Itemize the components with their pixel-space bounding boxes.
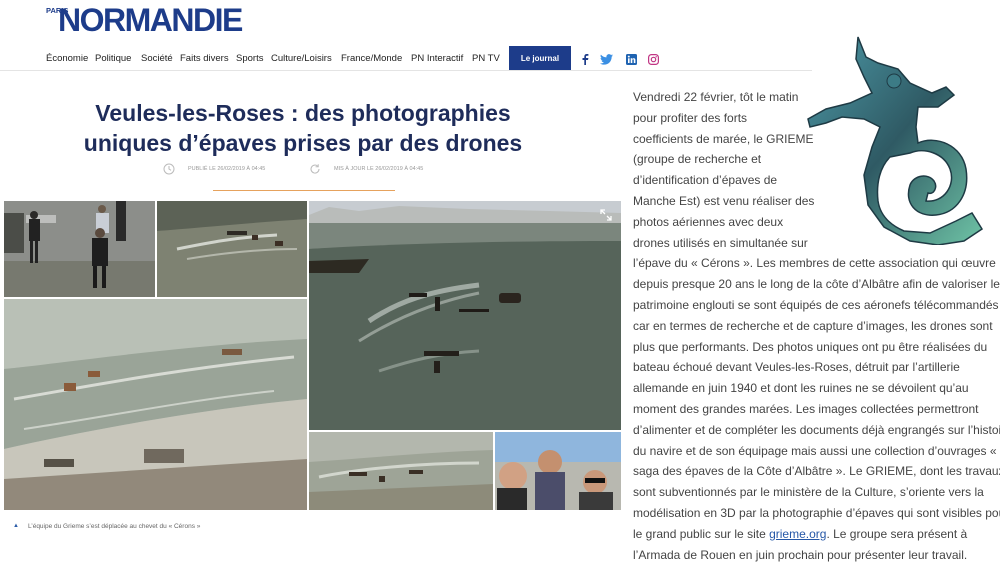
body-line: du navire et de son équipage mais aussi … [633,443,1000,458]
body-line: patrimoine englouti se sont équipés de c… [633,297,999,312]
body-line: modélisation en 3D par la photographie d… [633,505,1000,520]
article-body-wide: l’épave du « Cérons ». Les membres de ce… [633,253,1000,565]
body-line: l’épave du « Cérons ». Les membres de ce… [633,256,996,271]
clock-icon [163,163,175,175]
main-nav: Économie Politique Société Faits divers … [0,48,812,71]
nav-item-economie[interactable]: Économie [46,53,88,64]
body-line-with-link: le grand public sur le site grieme.org. … [633,524,1000,545]
body-line: bateau échoué devant Veules-les-Roses, d… [633,360,960,375]
instagram-icon[interactable] [646,52,660,66]
facebook-icon[interactable] [578,52,592,66]
photo-wreck-shore[interactable] [157,201,307,297]
photo-wreck-aerial-main[interactable] [309,201,621,430]
nav-item-politique[interactable]: Politique [95,53,131,64]
body-line: saga des épaves de la Côte d’Albâtre ». … [633,464,1000,479]
expand-icon[interactable] [600,209,612,221]
nav-item-societe[interactable]: Société [141,53,173,64]
body-line: photos aériennes avec deux [633,214,784,229]
body-line: (groupe de recherche et [633,152,762,167]
body-link-after: . Le groupe sera présent à [826,526,968,541]
published-date: PUBLIÉ LE 26/02/2019 À 04:45 [188,166,266,172]
le-journal-button[interactable]: Le journal [509,46,571,70]
twitter-icon[interactable] [599,52,613,66]
article-title: Veules-les-Roses : des photographies uni… [40,98,566,158]
nav-item-pn-tv[interactable]: PN TV [472,53,500,64]
nav-item-faits-divers[interactable]: Faits divers [180,53,229,64]
body-line: l’Armada de Rouen en juin prochain pour … [633,547,968,562]
nav-item-pn-interactif[interactable]: PN Interactif [411,53,463,64]
body-line: car en termes de recherche et de capture… [633,318,993,333]
body-line: moment des grandes marées. Les images co… [633,401,979,416]
body-line: sont subventionnés par le ministère de l… [633,485,984,500]
title-separator [213,190,395,191]
body-line: Vendredi 22 février, tôt le matin [633,90,799,104]
nav-item-sports[interactable]: Sports [236,53,263,64]
body-line: depuis presque 20 ans le long de la côte… [633,277,1000,292]
photo-wreck-beach[interactable] [4,299,307,510]
body-link-before: le grand public sur le site [633,526,770,541]
nav-item-france-monde[interactable]: France/Monde [341,53,402,64]
article-body-narrow: Vendredi 22 février, tôt le matin pour p… [633,87,814,253]
caption-arrow-icon[interactable]: ▲ [13,523,19,529]
mermaid-illustration [806,35,986,250]
updated-date: MIS À JOUR LE 26/02/2019 À 04:45 [334,166,424,172]
linkedin-icon[interactable] [624,52,638,66]
logo-paris-text: PARIS [46,6,69,15]
photo-team-selfie[interactable] [495,432,621,510]
grieme-link[interactable]: grieme.org [769,527,826,541]
title-line-1: Veules-les-Roses : des photographies [95,100,511,126]
body-line: pour profiter des forts [633,110,748,125]
body-line: plus que performants. Des photos uniques… [633,339,988,354]
logo-normandie-text: NORMANDIE [58,2,243,38]
photo-wreck-low-tide[interactable] [309,432,493,510]
body-line: drones utilisés en simultanée sur [633,235,808,250]
refresh-icon [310,164,320,174]
body-line: coefficients de marée, le GRIEME [633,131,814,146]
title-line-2: uniques d’épaves prises par des drones [83,130,523,156]
body-line: allemande en juin 1940 et dont les ruine… [633,381,969,396]
body-line: d’alimenter et de compléter les document… [633,422,1000,437]
body-line: d’identification d’épaves de [633,173,778,188]
photo-caption: L’équipe du Grieme s’est déplacée au che… [28,523,201,530]
photo-team-on-promenade[interactable] [4,201,155,297]
body-line: Manche Est) est venu réaliser des [633,193,815,208]
nav-item-culture-loisirs[interactable]: Culture/Loisirs [271,53,332,64]
